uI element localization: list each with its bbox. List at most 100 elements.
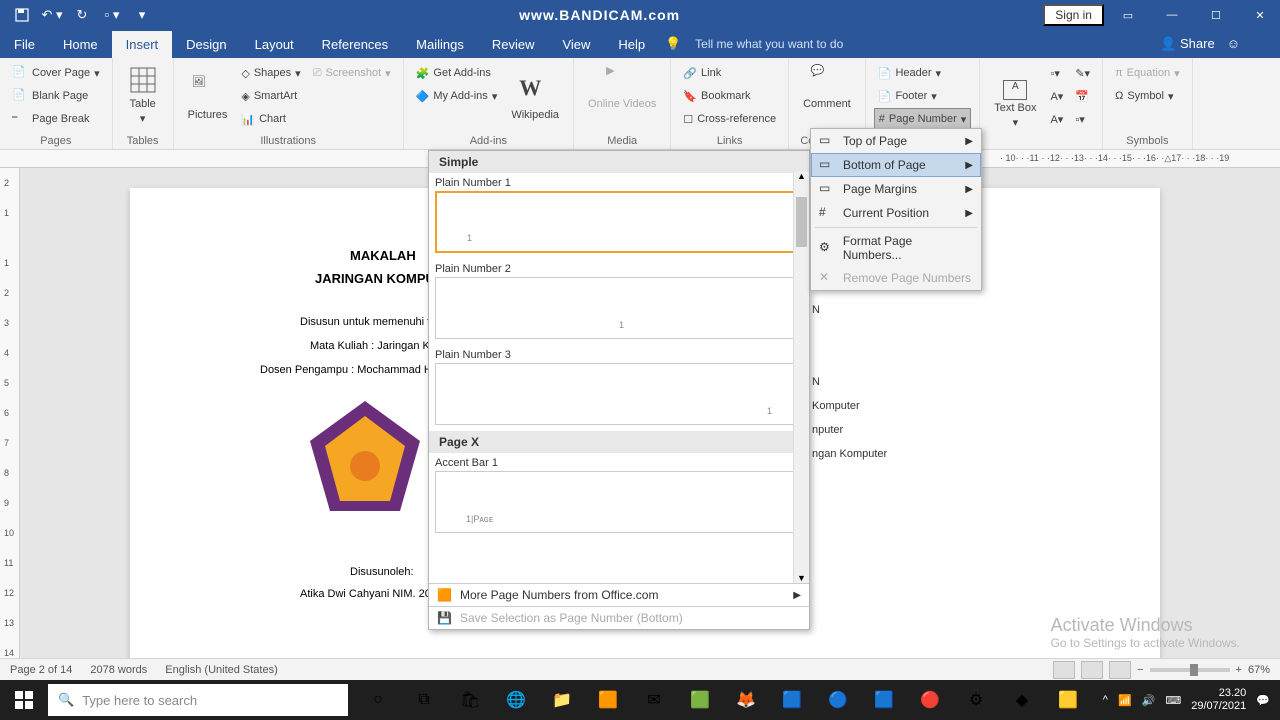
share-button[interactable]: 👤 Share bbox=[1160, 36, 1215, 52]
status-page[interactable]: Page 2 of 14 bbox=[10, 664, 72, 676]
tray-volume-icon[interactable]: 🔊 bbox=[1142, 694, 1156, 707]
edge-icon[interactable]: 🌐 bbox=[494, 680, 538, 720]
menu-top-of-page[interactable]: ▭Top of Page▶ bbox=[811, 129, 981, 153]
tell-me-input[interactable]: Tell me what you want to do bbox=[695, 37, 843, 51]
tab-insert[interactable]: Insert bbox=[112, 31, 173, 58]
mail-icon[interactable]: ✉ bbox=[632, 680, 676, 720]
footer-button[interactable]: 📄Footer ▾ bbox=[874, 85, 972, 107]
settings-icon[interactable]: ⚙ bbox=[954, 680, 998, 720]
start-button[interactable] bbox=[0, 680, 48, 720]
tab-home[interactable]: Home bbox=[49, 31, 112, 58]
notes-icon[interactable]: 🟨 bbox=[1046, 680, 1090, 720]
status-language[interactable]: English (United States) bbox=[165, 664, 278, 676]
taskview-icon[interactable]: ⧉ bbox=[402, 680, 446, 720]
tray-network-icon[interactable]: 📶 bbox=[1118, 694, 1132, 707]
tab-layout[interactable]: Layout bbox=[241, 31, 308, 58]
photoshop-icon[interactable]: 🟦 bbox=[770, 680, 814, 720]
chart-button[interactable]: 📊Chart bbox=[237, 108, 304, 130]
status-words[interactable]: 2078 words bbox=[90, 664, 147, 676]
table-button[interactable]: Table ▾ bbox=[121, 62, 165, 127]
cortana-icon[interactable]: ○ bbox=[356, 680, 400, 720]
tray-chevron-icon[interactable]: ^ bbox=[1103, 694, 1108, 706]
shapes-button[interactable]: ◇Shapes ▾ bbox=[237, 62, 304, 84]
gallery-more-online[interactable]: 🟧More Page Numbers from Office.com▶ bbox=[429, 583, 809, 606]
smartart-button[interactable]: ◈SmartArt bbox=[237, 85, 304, 107]
my-addins-button[interactable]: 🔷My Add-ins ▾ bbox=[412, 85, 502, 107]
header-button[interactable]: 📄Header ▾ bbox=[874, 62, 972, 84]
ribbon-display-icon[interactable]: ▭ bbox=[1108, 0, 1148, 30]
qat-item-icon[interactable]: ▫ ▾ bbox=[98, 2, 126, 28]
save-icon[interactable] bbox=[8, 2, 36, 28]
powerpoint-icon[interactable]: 🟧 bbox=[586, 680, 630, 720]
comment-button[interactable]: 💬Comment bbox=[797, 62, 857, 112]
datetime-button[interactable]: 📅 bbox=[1071, 85, 1094, 107]
save-icon: 💾 bbox=[437, 611, 452, 625]
equation-button[interactable]: πEquation ▾ bbox=[1111, 62, 1184, 84]
page-number-button[interactable]: #Page Number ▾ bbox=[874, 108, 972, 130]
view-web-button[interactable] bbox=[1109, 661, 1131, 679]
taskbar-search[interactable]: 🔍Type here to search bbox=[48, 684, 348, 716]
cover-page-button[interactable]: 📄Cover Page ▾ bbox=[8, 62, 104, 84]
gallery-preview-plain2[interactable]: 1 bbox=[435, 277, 803, 339]
tray-clock[interactable]: 23.2029/07/2021 bbox=[1191, 687, 1246, 713]
tab-view[interactable]: View bbox=[548, 31, 604, 58]
store-icon[interactable]: 🛍 bbox=[448, 680, 492, 720]
menu-page-margins[interactable]: ▭Page Margins▶ bbox=[811, 177, 981, 201]
chrome-icon[interactable]: 🔵 bbox=[816, 680, 860, 720]
wikipedia-button[interactable]: WWikipedia bbox=[505, 62, 565, 133]
tab-review[interactable]: Review bbox=[478, 31, 549, 58]
word-icon[interactable]: 🟦 bbox=[862, 680, 906, 720]
explorer-icon[interactable]: 📁 bbox=[540, 680, 584, 720]
menu-bottom-of-page[interactable]: ▭Bottom of Page▶ bbox=[811, 153, 981, 177]
firefox-icon[interactable]: 🦊 bbox=[724, 680, 768, 720]
menu-format-page-numbers[interactable]: ⚙Format Page Numbers... bbox=[811, 230, 981, 266]
tab-mailings[interactable]: Mailings bbox=[402, 31, 478, 58]
vertical-ruler[interactable]: 211234567891011121314 bbox=[0, 168, 20, 668]
maximize-icon[interactable]: ☐ bbox=[1196, 0, 1236, 30]
tab-design[interactable]: Design bbox=[172, 31, 240, 58]
wordart-button[interactable]: A▾ bbox=[1046, 85, 1067, 107]
zoom-slider[interactable] bbox=[1150, 668, 1230, 672]
qat-customize-icon[interactable]: ▾ bbox=[128, 2, 156, 28]
get-addins-button[interactable]: 🧩Get Add-ins bbox=[412, 62, 502, 84]
tab-help[interactable]: Help bbox=[604, 31, 659, 58]
symbol-button[interactable]: ΩSymbol ▾ bbox=[1111, 85, 1184, 107]
view-print-button[interactable] bbox=[1081, 661, 1103, 679]
undo-icon[interactable]: ↶ ▾ bbox=[38, 2, 66, 28]
gallery-scrollbar[interactable]: ▲▼ bbox=[793, 171, 809, 583]
object-button[interactable]: ▫▾ bbox=[1071, 108, 1094, 130]
blank-page-button[interactable]: 📄Blank Page bbox=[8, 85, 104, 107]
cross-reference-button[interactable]: ☐Cross-reference bbox=[679, 108, 780, 130]
close-icon[interactable]: ✕ bbox=[1240, 0, 1280, 30]
signature-button[interactable]: ✎▾ bbox=[1071, 62, 1094, 84]
text-box-button[interactable]: AText Box ▾ bbox=[988, 62, 1042, 147]
link-button[interactable]: 🔗Link bbox=[679, 62, 780, 84]
view-read-button[interactable] bbox=[1053, 661, 1075, 679]
dropcap-button[interactable]: A▾ bbox=[1046, 108, 1067, 130]
pictures-button[interactable]: 🖼Pictures bbox=[182, 62, 234, 133]
zoom-in-button[interactable]: + bbox=[1236, 664, 1242, 676]
menu-current-position[interactable]: #Current Position▶ bbox=[811, 201, 981, 225]
bandicam-icon[interactable]: 🔴 bbox=[908, 680, 952, 720]
page-break-button[interactable]: ⎯Page Break bbox=[8, 108, 104, 130]
minimize-icon[interactable]: — bbox=[1152, 0, 1192, 30]
feedback-icon[interactable]: ☺ bbox=[1227, 36, 1240, 52]
zoom-level[interactable]: 67% bbox=[1248, 664, 1270, 676]
gallery-preview-plain1[interactable]: 1 bbox=[435, 191, 803, 253]
tab-references[interactable]: References bbox=[308, 31, 402, 58]
redo-icon[interactable]: ↻ bbox=[68, 2, 96, 28]
excel-icon[interactable]: 🟩 bbox=[678, 680, 722, 720]
bookmark-button[interactable]: 🔖Bookmark bbox=[679, 85, 780, 107]
screenshot-button[interactable]: ⎚Screenshot ▾ bbox=[309, 62, 395, 84]
online-videos-button[interactable]: ▶Online Videos bbox=[582, 62, 662, 112]
gallery-preview-plain3[interactable]: 1 bbox=[435, 363, 803, 425]
zoom-out-button[interactable]: − bbox=[1137, 664, 1143, 676]
quick-parts-button[interactable]: ▫▾ bbox=[1046, 62, 1067, 84]
app-icon[interactable]: ◆ bbox=[1000, 680, 1044, 720]
gallery-preview-accent1[interactable]: 1|Pᴀɢᴇ bbox=[435, 471, 803, 533]
tab-file[interactable]: File bbox=[0, 31, 49, 58]
tray-language-icon[interactable]: ⌨ bbox=[1165, 694, 1181, 707]
sign-in-button[interactable]: Sign in bbox=[1043, 4, 1104, 26]
tray-notifications-icon[interactable]: 💬 bbox=[1256, 694, 1270, 707]
gallery-item-label: Plain Number 3 bbox=[435, 347, 803, 363]
